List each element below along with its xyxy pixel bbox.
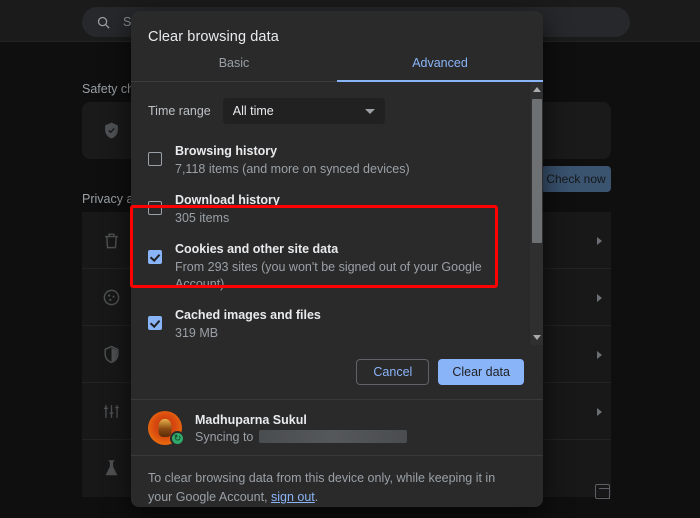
- option-subtitle: 7,118 items (and more on synced devices): [175, 162, 410, 176]
- dialog-scrollbar[interactable]: [529, 82, 543, 345]
- account-row: ↻ Madhuparna Sukul Syncing to: [131, 399, 543, 455]
- search-icon: [97, 16, 110, 29]
- clear-browsing-data-dialog: Clear browsing data Basic Advanced Time …: [131, 11, 543, 507]
- option-browsing-history[interactable]: Browsing history 7,118 items (and more o…: [131, 136, 529, 185]
- chevron-right-icon: [597, 351, 602, 359]
- cookie-icon: [103, 289, 120, 306]
- dialog-scroll-area: Time range All time Browsing history 7,1…: [131, 82, 543, 345]
- dialog-actions: Cancel Clear data: [131, 345, 543, 399]
- option-title: Cookies and other site data: [175, 242, 339, 256]
- shield-icon: [104, 345, 119, 364]
- dialog-footer: To clear browsing data from this device …: [131, 455, 543, 507]
- scrollbar-thumb[interactable]: [532, 99, 542, 243]
- dialog-title: Clear browsing data: [148, 29, 279, 45]
- chevron-right-icon: [597, 294, 602, 302]
- time-range-select[interactable]: All time: [222, 98, 385, 124]
- data-type-options: Browsing history 7,118 items (and more o…: [131, 124, 529, 345]
- scroll-up-arrow-icon[interactable]: [533, 87, 541, 92]
- option-cookies-and-other-site-data[interactable]: Cookies and other site data From 293 sit…: [131, 234, 529, 300]
- avatar-figure: [158, 419, 172, 438]
- external-link-icon[interactable]: [595, 484, 610, 499]
- chevron-down-icon: [364, 108, 375, 114]
- chevron-right-icon: [597, 408, 602, 416]
- chevron-right-icon: [597, 237, 602, 245]
- sync-label: Syncing to: [195, 429, 254, 444]
- option-title: Browsing history: [175, 144, 278, 158]
- check-now-button[interactable]: Check now: [541, 166, 611, 192]
- flask-icon: [105, 460, 118, 476]
- checkbox-browsing-history[interactable]: [148, 152, 162, 166]
- time-range-group: Time range All time: [131, 82, 529, 124]
- avatar: ↻: [148, 410, 185, 446]
- cancel-button[interactable]: Cancel: [356, 359, 430, 385]
- shield-check-icon: [105, 122, 118, 139]
- checkbox-download-history[interactable]: [148, 201, 162, 215]
- option-subtitle: From 293 sites (you won't be signed out …: [175, 260, 482, 291]
- account-name: Madhuparna Sukul: [195, 412, 307, 427]
- tab-basic[interactable]: Basic: [131, 56, 337, 81]
- option-cached-images-and-files[interactable]: Cached images and files 319 MB: [131, 300, 529, 345]
- footer-text-before: To clear browsing data from this device …: [148, 471, 496, 504]
- clear-data-button[interactable]: Clear data: [438, 359, 524, 385]
- trash-icon: [105, 233, 118, 249]
- footer-text: To clear browsing data from this device …: [148, 469, 521, 507]
- checkbox-cached-images-and-files[interactable]: [148, 316, 162, 330]
- option-subtitle: 319 MB: [175, 326, 219, 340]
- option-subtitle: 305 items: [175, 211, 230, 225]
- sliders-icon: [103, 405, 120, 418]
- scroll-down-arrow-icon[interactable]: [533, 335, 541, 340]
- option-download-history[interactable]: Download history 305 items: [131, 185, 529, 234]
- tab-advanced[interactable]: Advanced: [337, 56, 543, 82]
- redacted-email: [259, 430, 408, 443]
- screen: Search settings Safety check Check now P…: [0, 0, 700, 518]
- option-title: Cached images and files: [175, 308, 321, 322]
- time-range-label: Time range: [148, 104, 211, 118]
- sign-out-link[interactable]: sign out: [271, 490, 315, 504]
- footer-text-after: .: [314, 490, 319, 504]
- checkbox-cookies-and-other-site-data[interactable]: [148, 250, 162, 264]
- dialog-tabs: Basic Advanced: [131, 56, 543, 82]
- sync-badge-icon: ↻: [170, 430, 185, 446]
- time-range-value: All time: [232, 104, 274, 118]
- option-title: Download history: [175, 193, 280, 207]
